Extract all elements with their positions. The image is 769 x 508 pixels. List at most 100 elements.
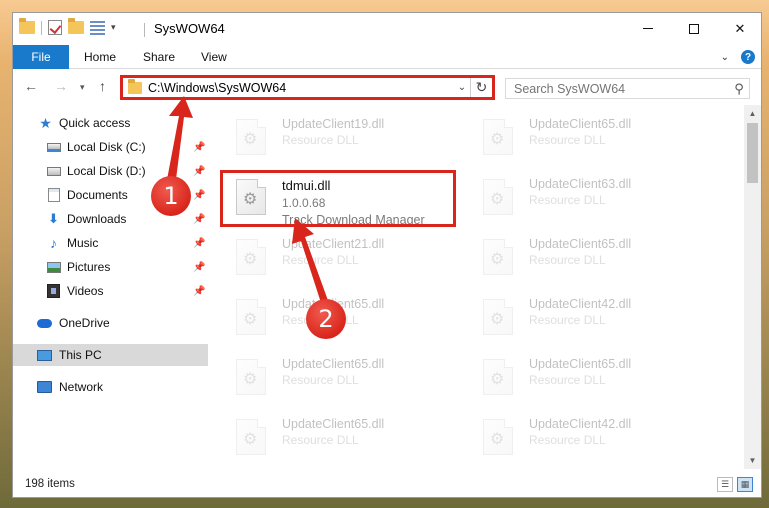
gear-icon: ⚙ (490, 431, 505, 448)
file-item[interactable]: ⚙ UpdateClient21.dll Resource DLL (208, 233, 453, 283)
pin-icon[interactable]: 📌 (193, 214, 205, 225)
scroll-down-icon[interactable]: ▼ (744, 452, 761, 469)
search-icon[interactable]: ⚲ (729, 81, 749, 97)
folder-icon (128, 78, 142, 94)
address-path[interactable]: C:\Windows\SysWOW64 (148, 81, 454, 95)
gear-icon: ⚙ (490, 131, 505, 148)
sidebar-item-quick-access[interactable]: ★ Quick access (13, 112, 208, 134)
close-button[interactable]: ✕ (717, 13, 761, 44)
sidebar-item-this-pc[interactable]: This PC (13, 344, 208, 366)
sidebar-item-label: Network (59, 380, 104, 394)
file-item[interactable]: ⚙ UpdateClient65.dll Resource DLL (455, 113, 700, 163)
minimize-button[interactable] (625, 13, 671, 44)
file-name: UpdateClient65.dll (282, 417, 385, 431)
toolbar-divider (41, 20, 42, 35)
file-name: UpdateClient63.dll (529, 177, 632, 191)
file-name: UpdateClient42.dll (529, 297, 632, 311)
sidebar-item-videos[interactable]: Videos 📌 (13, 280, 208, 302)
vertical-scrollbar[interactable]: ▲ ▼ (744, 105, 761, 469)
new-folder-icon[interactable] (68, 18, 84, 34)
help-icon[interactable]: ? (741, 50, 755, 64)
file-item[interactable]: ⚙ UpdateClient42.dll Resource DLL (455, 413, 700, 463)
properties-check-icon[interactable] (48, 20, 62, 35)
star-icon: ★ (39, 114, 52, 131)
file-description: Resource DLL (282, 133, 359, 147)
pin-icon[interactable]: 📌 (193, 238, 205, 249)
file-description: Resource DLL (529, 373, 606, 387)
gear-icon: ⚙ (243, 251, 258, 268)
pin-icon[interactable]: 📌 (193, 142, 205, 153)
expand-ribbon-icon[interactable]: ⌄ (721, 52, 729, 63)
ribbon-tabs: File Home Share View ⌄ ? (13, 45, 761, 69)
file-item[interactable]: ⚙ UpdateClient65.dll Resource DLL (208, 353, 453, 403)
details-view-icon[interactable]: ☰ (717, 477, 733, 492)
file-description: Resource DLL (282, 433, 359, 447)
sidebar-item-label: Music (67, 236, 99, 250)
pin-icon[interactable]: 📌 (193, 286, 205, 297)
scrollbar-thumb[interactable] (747, 123, 758, 183)
file-item[interactable]: ⚙ UpdateClient65.dll Resource DLL (455, 353, 700, 403)
scroll-up-icon[interactable]: ▲ (744, 105, 761, 122)
folder-icon[interactable] (19, 18, 35, 34)
disk-icon (46, 164, 61, 178)
forward-arrow-icon[interactable]: → (54, 78, 68, 94)
tab-view[interactable]: View (201, 50, 227, 64)
large-icons-view-icon[interactable]: ▦ (737, 477, 753, 492)
sidebar-item-local-disk-c[interactable]: Local Disk (C:) 📌 (13, 136, 208, 158)
tab-share[interactable]: Share (143, 50, 175, 64)
navigation-pane: ★ Quick access Local Disk (C:) 📌 Local D… (13, 105, 208, 465)
pin-icon[interactable]: 📌 (193, 166, 205, 177)
file-explorer-window: ▾ SysWOW64 ✕ File Home Share View ⌄ ? ← … (12, 12, 762, 498)
tab-file[interactable]: File (13, 45, 69, 69)
maximize-icon (689, 23, 699, 34)
file-name: UpdateClient21.dll (282, 237, 385, 251)
gear-icon: ⚙ (490, 251, 505, 268)
recent-locations-chevron-icon[interactable]: ▾ (80, 82, 85, 93)
view-options-icon[interactable] (90, 20, 105, 35)
file-description: Resource DLL (529, 253, 606, 267)
sidebar-item-label: This PC (59, 348, 102, 362)
downloads-icon: ⬇ (48, 211, 59, 226)
back-arrow-icon[interactable]: ← (24, 78, 38, 94)
file-description: Resource DLL (529, 313, 606, 327)
address-dropdown-icon[interactable]: ⌄ (454, 82, 470, 93)
file-name: UpdateClient19.dll (282, 117, 385, 131)
sidebar-item-music[interactable]: ♪ Music 📌 (13, 232, 208, 254)
documents-icon (46, 188, 61, 202)
step-1-badge: 1 (151, 176, 191, 216)
title-bar: ▾ SysWOW64 ✕ (13, 13, 761, 45)
chevron-down-icon[interactable]: ▾ (111, 22, 116, 33)
file-item[interactable]: ⚙ UpdateClient19.dll Resource DLL (208, 113, 453, 163)
file-list: ⚙ UpdateClient19.dll Resource DLL ⚙ tdmu… (208, 105, 742, 465)
search-input[interactable] (514, 81, 729, 96)
tab-home[interactable]: Home (84, 50, 116, 64)
up-arrow-icon[interactable]: ↑ (99, 78, 106, 94)
pin-icon[interactable]: 📌 (193, 190, 205, 201)
quick-access-toolbar: ▾ (19, 18, 116, 35)
file-name: UpdateClient65.dll (529, 117, 632, 131)
sidebar-item-pictures[interactable]: Pictures 📌 (13, 256, 208, 278)
onedrive-icon (37, 316, 52, 330)
close-icon: ✕ (734, 20, 746, 36)
pin-icon[interactable]: 📌 (193, 262, 205, 273)
file-name: UpdateClient65.dll (282, 357, 385, 371)
sidebar-item-onedrive[interactable]: OneDrive (13, 312, 208, 334)
videos-icon (46, 284, 61, 298)
sidebar-item-label: Videos (67, 284, 104, 298)
gear-icon: ⚙ (490, 191, 505, 208)
file-item[interactable]: ⚙ UpdateClient65.dll Resource DLL (208, 413, 453, 463)
refresh-icon[interactable]: ↻ (470, 78, 492, 97)
maximize-button[interactable] (671, 13, 717, 44)
sidebar-item-network[interactable]: Network (13, 376, 208, 398)
file-item[interactable]: ⚙ UpdateClient42.dll Resource DLL (455, 293, 700, 343)
sidebar-item-label: OneDrive (59, 316, 110, 330)
gear-icon: ⚙ (243, 131, 258, 148)
address-bar[interactable]: C:\Windows\SysWOW64 ⌄ ↻ (120, 75, 495, 100)
sidebar-item-label: Local Disk (C:) (67, 140, 146, 154)
search-box[interactable]: ⚲ (505, 78, 750, 99)
file-item[interactable]: ⚙ UpdateClient63.dll Resource DLL (455, 173, 700, 223)
file-item[interactable]: ⚙ UpdateClient65.dll Resource DLL (455, 233, 700, 283)
window-title: SysWOW64 (154, 21, 225, 36)
file-name: UpdateClient42.dll (529, 417, 632, 431)
sidebar-item-label: Quick access (59, 116, 131, 130)
